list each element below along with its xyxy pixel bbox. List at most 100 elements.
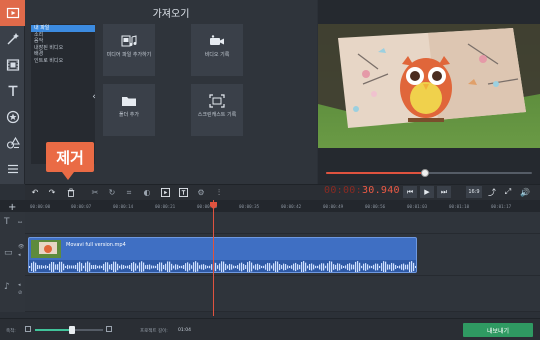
track-mute-icon[interactable]: ⊘ (18, 290, 22, 296)
crop-button[interactable]: ⌗ (123, 187, 135, 198)
title-track[interactable] (25, 212, 540, 234)
waveform-bar (83, 265, 85, 269)
callouts-tool-button[interactable] (0, 130, 25, 156)
waveform-bar (129, 264, 131, 270)
zoom-knob[interactable] (69, 326, 76, 334)
record-video-tile[interactable]: 비디오 기록 (191, 24, 243, 76)
undo-button[interactable]: ↶ (29, 187, 41, 198)
export-button[interactable]: 내보내기 (463, 323, 533, 337)
track-volume-icon[interactable]: ◂ (18, 282, 21, 288)
waveform-bar (49, 263, 51, 271)
waveform-bar (253, 265, 255, 269)
export-frame-button[interactable]: ⤴ (486, 186, 498, 198)
fullscreen-button[interactable]: ⤢ (502, 186, 514, 198)
category-item-backgrounds[interactable]: 배경 (31, 51, 95, 58)
waveform-bar (277, 261, 279, 272)
waveform-bar (281, 265, 283, 269)
transitions-tool-button[interactable] (0, 52, 25, 78)
waveform-bar (291, 265, 293, 269)
more-tools-button[interactable] (0, 156, 25, 182)
category-item-intro-videos[interactable]: 인트로 비디오 (31, 58, 95, 65)
bottom-bar: 축척: 프로젝트 길이: 01:04 내보내기 (0, 318, 540, 340)
color-adjust-button[interactable]: ◐ (141, 187, 153, 198)
waveform-bar (137, 265, 139, 269)
filters-tool-button[interactable] (0, 26, 25, 52)
waveform-bar (163, 264, 165, 270)
waveform-bar (115, 261, 117, 272)
collapse-arrow-icon[interactable]: ‹ (89, 92, 99, 106)
waveform-bar (369, 265, 371, 269)
waveform-bar (105, 262, 107, 272)
clip-properties-button[interactable] (159, 187, 171, 198)
filmstrip-icon (6, 59, 19, 71)
timecode-value: 30.940 (361, 185, 400, 196)
waveform-bar (203, 264, 205, 270)
zoom-in-icon[interactable] (106, 326, 112, 332)
titles-icon (8, 85, 17, 96)
waveform-bar (269, 263, 271, 271)
video-clip[interactable]: Movavi full version.mp4 (28, 237, 417, 273)
playback-progress-bar[interactable] (326, 169, 532, 177)
record-screencast-tile[interactable]: 스크린캐스트 기록 (191, 84, 243, 136)
previous-frame-button[interactable]: ⏮ (403, 186, 417, 198)
volume-icon[interactable]: ◂ (18, 252, 21, 258)
eye-icon[interactable]: 👁 (18, 244, 24, 250)
volume-button[interactable]: 🔊 (519, 186, 531, 198)
category-item-my-files[interactable]: 내 파일 (31, 25, 95, 32)
waveform-bar (411, 261, 413, 272)
zoom-slider[interactable] (35, 326, 103, 334)
play-button[interactable]: ▶ (420, 186, 434, 198)
import-tool-button[interactable] (0, 0, 25, 26)
waveform-bar (333, 264, 335, 270)
waveform-bar (155, 265, 157, 269)
waveform-bar (57, 264, 59, 270)
waveform-bar (85, 262, 87, 272)
timeline-ruler[interactable]: 00:00:00 00:00:07 00:00:14 00:00:21 00:0… (0, 200, 540, 212)
add-media-files-tile[interactable]: 미디어 파일 추가하기 (103, 24, 155, 76)
settings-button[interactable]: ⚙ (195, 187, 207, 198)
progress-knob[interactable] (420, 169, 429, 177)
rotate-icon: ↻ (108, 188, 116, 197)
link-icon[interactable]: ⚯ (18, 220, 22, 226)
waveform-bar (109, 264, 111, 270)
tile-label: 폴더 추가 (119, 112, 139, 118)
crop-icon: ⌗ (126, 187, 132, 197)
audio-properties-button[interactable]: ⫶ (213, 187, 225, 198)
waveform-bar (309, 263, 311, 271)
cut-button[interactable]: ✂ (89, 187, 101, 198)
waveform-bar (373, 264, 375, 270)
timecode-display: 00:00:30.940 (324, 185, 400, 196)
gear-icon: ⚙ (197, 188, 205, 197)
audio-track[interactable] (25, 276, 540, 312)
waveform-bar (135, 263, 137, 271)
waveform-bar (147, 264, 149, 270)
delete-button[interactable] (65, 187, 77, 198)
insert-title-button[interactable] (177, 187, 189, 198)
waveform-bar (225, 263, 227, 271)
waveform-bar (237, 265, 239, 269)
aspect-ratio-button[interactable]: 16:9 (466, 186, 482, 198)
waveform-bar (161, 262, 163, 272)
titles-tool-button[interactable] (0, 78, 25, 104)
redo-button[interactable]: ↷ (46, 187, 58, 198)
waveform-bar (185, 263, 187, 271)
waveform-bar (219, 263, 221, 271)
ruler-tick: 00:01:17 (491, 204, 512, 209)
category-item-music[interactable]: 음악 (31, 38, 95, 45)
rotate-button[interactable]: ↻ (106, 187, 118, 198)
next-frame-button[interactable]: ⏭ (437, 186, 451, 198)
waveform-bar (87, 261, 89, 272)
waveform-bar (69, 265, 71, 269)
waveform-bar (233, 265, 235, 269)
zoom-out-icon[interactable] (25, 326, 31, 332)
waveform-bar (389, 264, 391, 270)
waveform-bar (347, 263, 349, 271)
waveform-bar (401, 264, 403, 270)
progress-fill (326, 172, 425, 174)
edit-toolbar (25, 184, 540, 200)
stickers-tool-button[interactable] (0, 104, 25, 130)
waveform-bar (351, 264, 353, 270)
waveform-bar (265, 264, 267, 270)
add-folder-tile[interactable]: 폴더 추가 (103, 84, 155, 136)
waveform-bar (151, 265, 153, 269)
